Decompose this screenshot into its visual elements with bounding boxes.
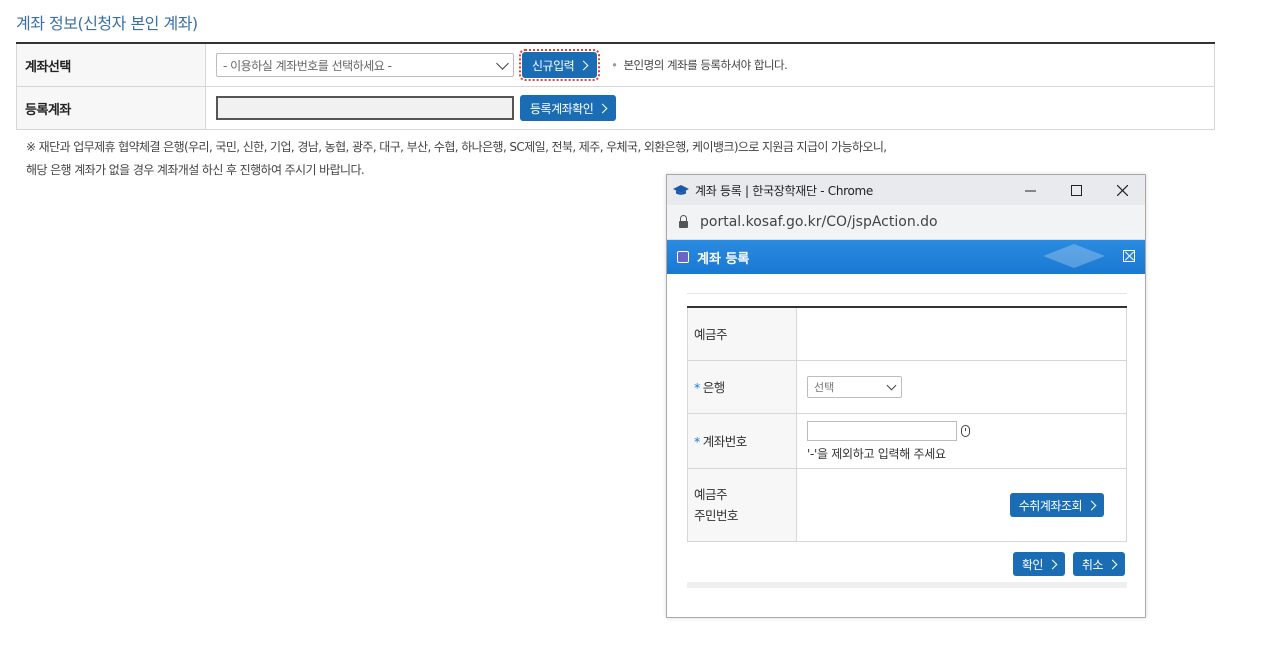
bank-notice-line-1: ※ 재단과 업무제휴 협약체결 은행(우리, 국민, 신한, 기업, 경남, 농… (26, 140, 887, 154)
account-number-hint: '-'을 제외하고 입력해 주세요 (807, 446, 946, 461)
popup-header: 계좌 등록 (667, 240, 1145, 274)
registered-account-row: 등록계좌 등록계좌확인 (16, 87, 1215, 130)
account-number-label-cell: * 계좌번호 (687, 414, 797, 468)
bank-label: 은행 (702, 379, 726, 395)
depositor-row: 예금주 (687, 308, 1127, 361)
popup-footer: 확인 취소 (687, 552, 1127, 576)
popup-bottom-bar (687, 582, 1127, 588)
depositor-value (797, 308, 1127, 360)
chevron-down-icon (496, 56, 509, 70)
account-select-row: 계좌선택 - 이용하실 계좌번호를 선택하세요 - 신규입력 본인명의 계좌를 … (16, 44, 1215, 87)
confirm-registered-account-label: 등록계좌확인 (530, 101, 594, 116)
cancel-button[interactable]: 취소 (1072, 552, 1125, 576)
graduation-cap-watermark-icon (1043, 244, 1105, 268)
account-number-row: * 계좌번호 '-'을 제외하고 입력해 주세요 (687, 414, 1127, 469)
new-account-button-label: 신규입력 (532, 58, 575, 73)
account-info-table: 계좌선택 - 이용하실 계좌번호를 선택하세요 - 신규입력 본인명의 계좌를 … (16, 42, 1215, 130)
chevron-right-icon (1107, 559, 1118, 569)
depositor-rrn-label: 예금주 주민번호 (687, 469, 797, 541)
close-icon (1116, 184, 1128, 196)
account-number-input[interactable] (807, 420, 957, 441)
account-register-table: 예금주 * 은행 선택 * 계좌번호 '-'을 제외하고 입력해 주세요 예금주… (687, 306, 1127, 542)
popup-titlebar: 계좌 등록 | 한국장학재단 - Chrome (667, 175, 1145, 205)
section-title: 계좌 정보(신청자 본인 계좌) (16, 14, 198, 33)
mouse-icon[interactable] (961, 424, 970, 437)
account-number-label: 계좌번호 (702, 433, 748, 449)
depositor-rrn-label-line-1: 예금주 (694, 487, 728, 502)
popup-window-title: 계좌 등록 | 한국장학재단 - Chrome (695, 183, 874, 198)
account-select-label: 계좌선택 (16, 44, 206, 86)
bank-row: * 은행 선택 (687, 361, 1127, 414)
account-select-dropdown[interactable]: - 이용하실 계좌번호를 선택하세요 - (216, 53, 514, 77)
bank-label-cell: * 은행 (687, 361, 797, 413)
account-lookup-button[interactable]: 수취계좌조회 (1009, 493, 1104, 517)
account-register-popup: 계좌 등록 | 한국장학재단 - Chrome portal.kosaf.go.… (666, 174, 1146, 618)
chevron-right-icon (578, 60, 589, 70)
required-mark: * (694, 433, 700, 449)
bank-select-value: 선택 (814, 381, 835, 394)
account-lookup-label: 수취계좌조회 (1018, 498, 1083, 513)
chevron-right-icon (597, 103, 608, 113)
popup-body: 예금주 * 은행 선택 * 계좌번호 '-'을 제외하고 입력해 주세요 예금주… (687, 293, 1127, 588)
popup-header-title: 계좌 등록 (697, 251, 750, 267)
depositor-rrn-row: 예금주 주민번호 수취계좌조회 (687, 469, 1127, 542)
new-account-button[interactable]: 신규입력 (518, 49, 601, 81)
chevron-right-icon (1047, 559, 1058, 569)
minimize-button[interactable] (1007, 175, 1053, 205)
confirm-registered-account-button[interactable]: 등록계좌확인 (520, 95, 617, 121)
graduation-cap-icon (673, 185, 689, 195)
required-mark: * (694, 379, 700, 395)
depositor-label: 예금주 (687, 308, 797, 360)
cancel-button-label: 취소 (1081, 557, 1104, 572)
registered-account-field[interactable] (216, 96, 514, 120)
close-window-button[interactable] (1099, 175, 1145, 205)
bank-select[interactable]: 선택 (807, 376, 902, 398)
confirm-button-label: 확인 (1021, 557, 1044, 572)
chevron-right-icon (1086, 500, 1097, 510)
account-select-placeholder: - 이용하실 계좌번호를 선택하세요 - (223, 58, 392, 73)
confirm-button[interactable]: 확인 (1012, 552, 1065, 576)
address-url: portal.kosaf.go.kr/CO/jspAction.do (700, 214, 938, 230)
maximize-button[interactable] (1053, 175, 1099, 205)
depositor-rrn-label-line-2: 주민번호 (694, 508, 739, 523)
chevron-down-icon (886, 380, 897, 390)
account-note: 본인명의 계좌를 등록하셔야 합니다. (611, 57, 787, 73)
window-icon (677, 251, 689, 263)
lock-icon (679, 214, 688, 228)
maximize-icon (1070, 184, 1082, 196)
registered-account-label: 등록계좌 (16, 87, 206, 129)
popup-close-button[interactable] (1123, 250, 1135, 262)
address-bar[interactable]: portal.kosaf.go.kr/CO/jspAction.do (667, 205, 1145, 240)
minimize-icon (1024, 190, 1036, 191)
